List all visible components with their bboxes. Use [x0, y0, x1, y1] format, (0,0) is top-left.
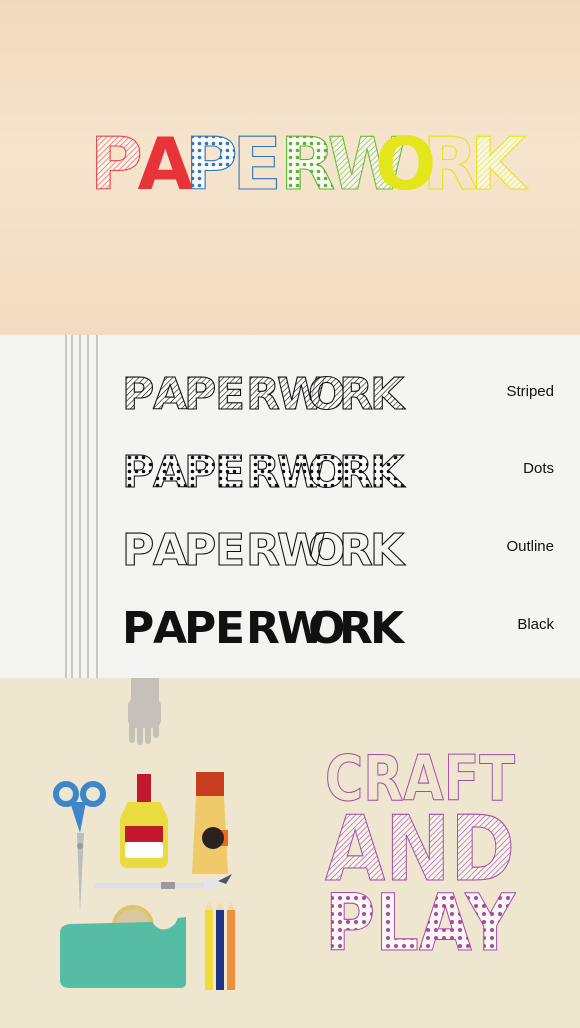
paperwork-title-colored: PAPERWORK	[89, 121, 528, 206]
sample-striped-letter: K	[370, 369, 406, 420]
sample-black-letter: R	[246, 603, 280, 654]
hero-letter-p: P	[90, 122, 143, 206]
sample-striped-letter: R	[246, 369, 280, 420]
sample-dots-letter: A	[153, 447, 187, 498]
sample-striped-letter: E	[215, 369, 245, 420]
hero-letter-e: E	[233, 122, 282, 206]
sample-dots-letter: E	[215, 447, 245, 498]
sample-black-letter: P	[122, 603, 154, 654]
sample-black-letter: E	[215, 603, 245, 654]
sample-outline-letter: K	[370, 525, 406, 576]
sample-dots-letter: R	[246, 447, 280, 498]
sample-black-letter: A	[153, 603, 187, 654]
sample-dots-letter: P	[184, 447, 216, 498]
sample-black-letter: P	[184, 603, 216, 654]
style-samples: PAPERWORKPAPERWORKPAPERWORKPAPERWORK Str…	[0, 335, 580, 679]
sample-dots-letter: R	[339, 447, 373, 498]
sample-striped-letter: R	[339, 369, 373, 420]
sample-striped-letter: A	[153, 369, 187, 420]
sample-black-letter: R	[339, 603, 373, 654]
wood-header: PAPERWORK	[0, 0, 580, 335]
sample-striped-letter: P	[122, 369, 154, 420]
sample-outline-letter: E	[215, 525, 245, 576]
label-dots: Dots	[523, 460, 554, 477]
sample-outline-letter: R	[339, 525, 373, 576]
hero-letter-k: K	[470, 122, 528, 206]
craft-and-play-title: CRAFT AND PLAY	[324, 741, 516, 969]
hero-letter-p: P	[185, 122, 238, 206]
label-black: Black	[517, 616, 554, 633]
label-outline: Outline	[506, 538, 554, 555]
craft-word-play: PLAY	[325, 879, 516, 969]
sample-dots-letter: P	[122, 447, 154, 498]
sample-words: PAPE RWORKPAPE RWORKPAPE RWORKPAPE RWORK	[121, 368, 406, 654]
label-striped: Striped	[506, 383, 554, 400]
sample-striped-letter: P	[184, 369, 216, 420]
sample-outline-letter: P	[184, 525, 216, 576]
sample-outline-letter: R	[246, 525, 280, 576]
craft-section: CRAFT AND PLAY	[0, 678, 580, 1028]
sample-outline-letter: P	[122, 525, 154, 576]
sample-dots-letter: K	[370, 447, 406, 498]
sample-outline-letter: A	[153, 525, 187, 576]
sample-black-letter: K	[370, 603, 406, 654]
